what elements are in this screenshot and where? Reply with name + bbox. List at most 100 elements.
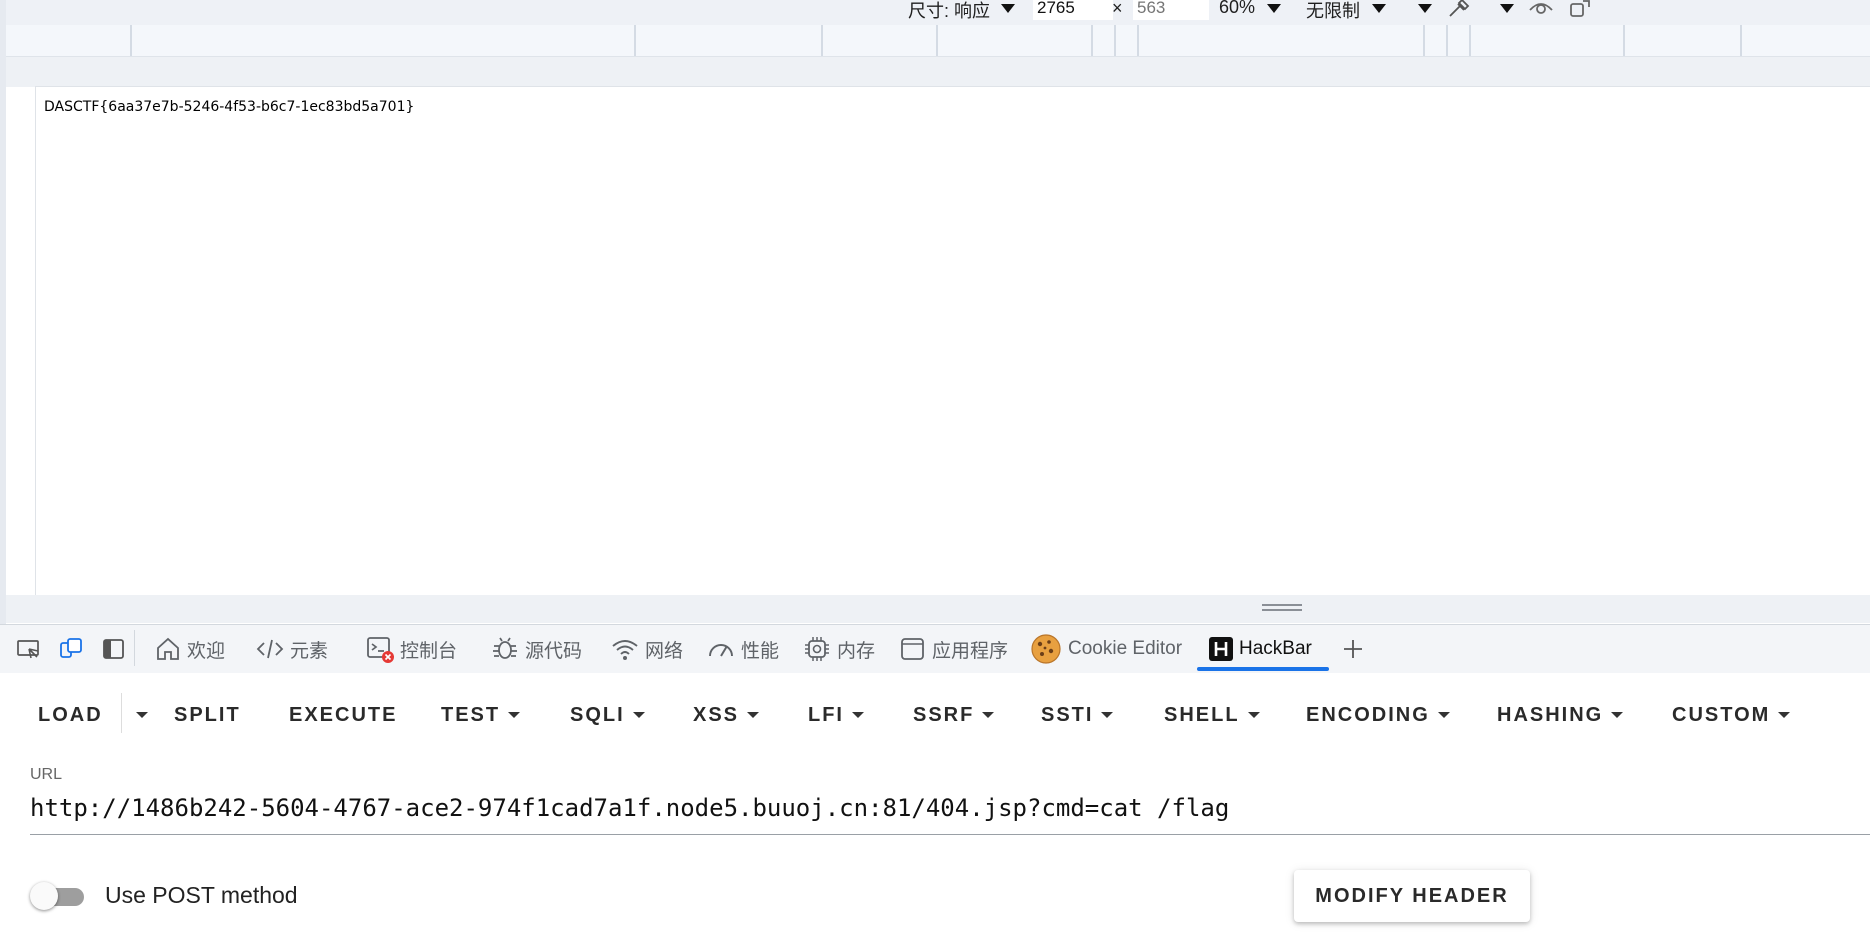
load-options-button[interactable] xyxy=(128,695,148,735)
eyedropper-icon[interactable] xyxy=(1446,0,1472,20)
cookie-icon xyxy=(1031,634,1061,664)
wifi-icon xyxy=(612,640,638,660)
page-viewport: DASCTF{6aa37e7b-5246-4f53-b6c7-1ec83bd5a… xyxy=(35,86,1870,595)
console-icon xyxy=(367,637,394,663)
ruler-tick[interactable] xyxy=(1740,25,1742,56)
resize-handle[interactable] xyxy=(1262,604,1302,614)
ruler-tick[interactable] xyxy=(634,25,636,56)
active-tab-indicator xyxy=(1197,667,1329,671)
hashing-menu-button[interactable]: HASHING xyxy=(1497,695,1624,735)
test-menu-button[interactable]: TEST xyxy=(441,695,521,735)
url-input[interactable]: http://1486b242-5604-4767-ace2-974f1cad7… xyxy=(30,794,1870,835)
tab-memory[interactable]: 内存 xyxy=(803,625,875,673)
inspect-element-icon[interactable] xyxy=(16,637,42,661)
tab-sources[interactable]: 源代码 xyxy=(491,625,582,673)
viewport-bottom-margin xyxy=(6,595,1870,623)
bug-icon xyxy=(493,637,517,659)
xss-menu-button[interactable]: XSS xyxy=(693,695,760,735)
times-sign: × xyxy=(1112,0,1123,18)
tab-label: 性能 xyxy=(741,640,780,662)
ssrf-menu-button[interactable]: SSRF xyxy=(913,695,995,735)
ruler-tick[interactable] xyxy=(1114,25,1116,56)
chevron-down-icon xyxy=(1101,712,1114,718)
ruler-tick[interactable] xyxy=(1091,25,1093,56)
tab-application[interactable]: 应用程序 xyxy=(900,625,1008,673)
rotate-icon[interactable] xyxy=(1568,0,1594,20)
post-method-toggle[interactable] xyxy=(30,880,88,914)
throttle-select[interactable]: 无限制 xyxy=(1306,0,1360,23)
code-icon xyxy=(256,639,284,659)
tab-label: 内存 xyxy=(837,640,876,662)
chevron-down-icon xyxy=(982,712,995,718)
chip-icon xyxy=(805,637,829,661)
tab-label: Cookie Editor xyxy=(1068,638,1183,659)
tab-welcome[interactable]: 欢迎 xyxy=(155,625,225,673)
encoding-menu-button[interactable]: ENCODING xyxy=(1306,695,1450,735)
app-window-icon xyxy=(901,638,924,660)
url-label: URL xyxy=(30,766,63,783)
toggle-thumb xyxy=(30,882,58,910)
chevron-down-icon xyxy=(1611,712,1624,718)
split-button[interactable]: SPLIT xyxy=(174,695,241,735)
tab-performance[interactable]: 性能 xyxy=(707,625,779,673)
tab-label: 元素 xyxy=(290,640,329,662)
device-emulation-icon[interactable] xyxy=(58,637,84,661)
ruler-tick[interactable] xyxy=(1623,25,1625,56)
lfi-menu-button[interactable]: LFI xyxy=(808,695,864,735)
chevron-down-icon xyxy=(1247,712,1260,718)
size-mode-label[interactable]: 尺寸: 响应 xyxy=(908,0,990,23)
ruler-tick[interactable] xyxy=(936,25,938,56)
tab-console[interactable]: 控制台 xyxy=(366,625,457,673)
shell-menu-button[interactable]: SHELL xyxy=(1164,695,1260,735)
chevron-down-icon xyxy=(508,712,521,718)
tab-label: 应用程序 xyxy=(932,640,1009,662)
tab-label: 控制台 xyxy=(400,640,458,662)
ruler-tick[interactable] xyxy=(130,25,132,56)
zoom-select[interactable]: 60% xyxy=(1219,0,1255,18)
chevron-down-icon xyxy=(1437,712,1450,718)
modify-header-label: MODIFY HEADER xyxy=(1315,884,1509,907)
viewport-height-input[interactable] xyxy=(1133,0,1209,20)
load-button[interactable]: LOAD xyxy=(38,695,103,735)
chevron-down-icon xyxy=(852,712,864,718)
custom-menu-button[interactable]: CUSTOM xyxy=(1672,695,1791,735)
chevron-down-icon xyxy=(632,712,645,718)
sqli-menu-button[interactable]: SQLI xyxy=(570,695,645,735)
execute-button[interactable]: EXECUTE xyxy=(289,695,397,735)
devtools-tab-bar: 欢迎 元素 控制台 源代码 网络 性能 内存 应用程序 Cookie Edito… xyxy=(0,624,1870,674)
tab-label: 源代码 xyxy=(525,640,583,662)
tab-network[interactable]: 网络 xyxy=(611,625,683,673)
size-mode-chevron-down-icon[interactable] xyxy=(1001,4,1015,13)
ssti-menu-button[interactable]: SSTI xyxy=(1041,695,1114,735)
ruler-tick[interactable] xyxy=(1446,25,1448,56)
ruler-tick[interactable] xyxy=(1137,25,1139,56)
chevron-down-icon xyxy=(1778,712,1791,718)
more-options-chevron-down-icon[interactable] xyxy=(1418,4,1432,13)
zoom-chevron-down-icon[interactable] xyxy=(1267,4,1281,13)
dock-side-icon[interactable] xyxy=(101,637,127,661)
ruler-tick[interactable] xyxy=(1469,25,1471,56)
chevron-down-icon xyxy=(747,712,760,718)
toolbar-divider xyxy=(134,630,135,666)
gauge-icon xyxy=(709,644,733,657)
page-content-text: DASCTF{6aa37e7b-5246-4f53-b6c7-1ec83bd5a… xyxy=(44,99,415,115)
vision-icon[interactable] xyxy=(1528,0,1554,20)
add-tab-plus-icon[interactable] xyxy=(1340,637,1366,661)
sensor-chevron-down-icon[interactable] xyxy=(1500,4,1514,13)
device-toolbar: 尺寸: 响应 × 60% 无限制 xyxy=(0,0,1870,25)
tab-hackbar[interactable]: HackBar xyxy=(1209,625,1312,673)
modify-header-button[interactable]: MODIFY HEADER xyxy=(1294,870,1530,922)
hackbar-icon xyxy=(1209,637,1233,661)
ruler-tick[interactable] xyxy=(821,25,823,56)
throttle-chevron-down-icon[interactable] xyxy=(1372,4,1386,13)
viewport-width-input[interactable] xyxy=(1033,0,1113,20)
load-button-divider xyxy=(121,693,122,733)
tab-label: 欢迎 xyxy=(187,640,226,662)
load-chevron-down-icon xyxy=(136,712,148,718)
media-query-ruler xyxy=(6,25,1870,57)
tab-cookie-editor[interactable]: Cookie Editor xyxy=(1030,625,1182,673)
tab-elements[interactable]: 元素 xyxy=(256,625,328,673)
viewport-margin xyxy=(6,57,1870,87)
ruler-tick[interactable] xyxy=(1423,25,1425,56)
tab-label: 网络 xyxy=(645,640,684,662)
